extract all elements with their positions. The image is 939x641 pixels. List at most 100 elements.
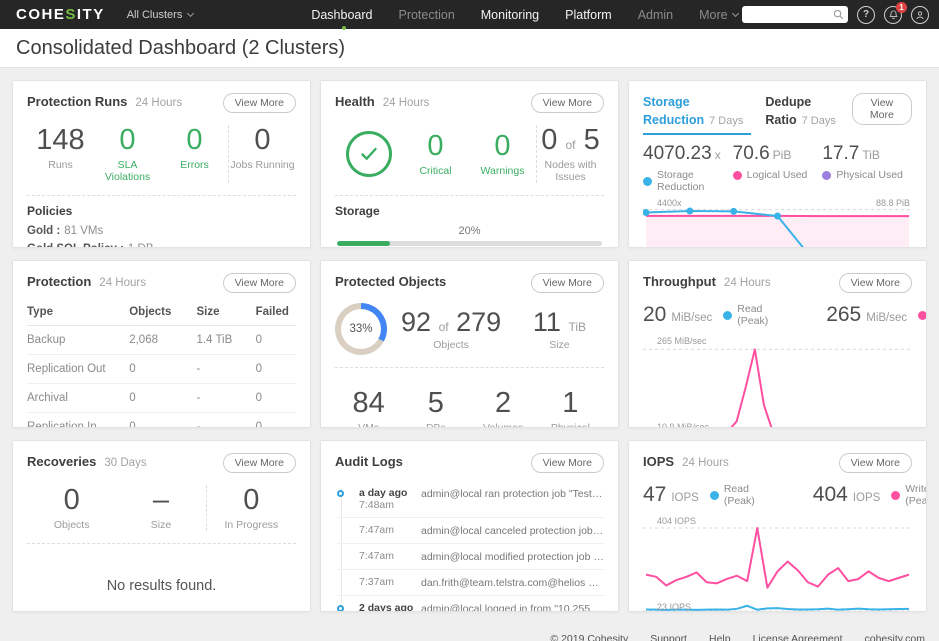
stat-size: – Size: [150, 484, 172, 531]
dashboard-grid: Protection Runs 24 Hours View More 148 Run…: [0, 68, 939, 624]
policies-title: Policies: [27, 203, 73, 218]
stat-volumes: 2 Volumes: [482, 387, 524, 428]
stat-write-peak: 404IOPS Write (Peak): [812, 483, 927, 507]
health-status: [335, 130, 402, 177]
throughput-card: Throughput 24 Hours View More 20 MiB/sec R…: [628, 260, 927, 428]
card-title: IOPS: [643, 454, 675, 469]
iops-card: IOPS 24 Hours View More 47 IOPS Read (Peak…: [628, 440, 927, 612]
table-row: Replication In 0-0: [27, 421, 263, 428]
stat-objects: 92 of 279 Objects: [401, 307, 502, 351]
nav-item-platform[interactable]: Platform: [565, 8, 612, 22]
table-row: Archival 0-0: [27, 383, 296, 413]
column-header: Type: [27, 301, 130, 326]
tab-dedupe-ratio[interactable]: Dedupe Ratio 7 Days: [765, 93, 851, 135]
stat-logical-used: 70.6 PiB Logical Used: [732, 143, 808, 181]
nav-item-admin[interactable]: Admin: [638, 8, 673, 22]
cluster-selector[interactable]: All Clusters: [126, 8, 195, 21]
copyright-text: © 2019 Cohesity: [550, 632, 629, 641]
user-account-icon[interactable]: [911, 5, 929, 24]
view-more-button[interactable]: View More: [530, 453, 604, 473]
nav-item-dashboard[interactable]: Dashboard: [311, 7, 373, 30]
audit-logs-card: Audit Logs View More a day ago 7:48am adm…: [320, 440, 619, 612]
footer-link-help[interactable]: Help: [709, 633, 731, 641]
series-dot-blue: [643, 176, 652, 186]
stat-size: 11 TiB Size: [532, 307, 586, 351]
card-title: Recoveries: [27, 454, 97, 469]
view-more-button[interactable]: View More: [222, 273, 296, 293]
divider: [335, 194, 604, 196]
search-input[interactable]: [742, 7, 828, 22]
card-title: Protection: [27, 274, 92, 289]
health-card: Health 24 Hours View More 0 Critical 0 Warn…: [320, 80, 619, 248]
view-more-button[interactable]: View More: [851, 93, 912, 125]
column-header: Objects: [129, 301, 197, 326]
top-nav: COHESITY All Clusters Dashboard Protecti…: [0, 0, 939, 30]
stat-vms: 84 VMs: [352, 387, 385, 428]
series-dot-purple: [822, 170, 832, 180]
stat-physical-used: 17.7 TiB Physical Used: [822, 143, 903, 181]
stat-jobs-running: 0 Jobs Running: [228, 124, 296, 183]
empty-state-message: No results found.: [106, 577, 217, 594]
nav-item-protection[interactable]: Protection: [398, 8, 454, 22]
view-more-button[interactable]: View More: [838, 453, 912, 473]
view-more-button[interactable]: View More: [530, 273, 604, 293]
tab-period: 7 Days: [709, 115, 744, 127]
card-title: Throughput: [643, 274, 716, 289]
storage-usage-bar: [337, 240, 602, 246]
footer-link-cohesity[interactable]: cohesity.com: [865, 633, 926, 641]
policy-line: Gold SQL Policy :1 DB: [27, 243, 296, 247]
stat-objects: 0 Objects: [53, 484, 90, 531]
cohesity-logo[interactable]: COHESITY: [16, 6, 105, 23]
nav-item-more[interactable]: More: [699, 8, 739, 22]
logo-text: ITY: [76, 6, 105, 23]
stat-critical: 0 Critical: [419, 130, 452, 177]
footer-link-license[interactable]: License Agreement: [753, 633, 843, 641]
divider: [335, 367, 604, 368]
stat-in-progress: 0 In Progress: [205, 484, 296, 531]
nav-label: Protection: [398, 7, 455, 22]
throughput-chart: 265 MiB/sec 10.9 MiB/sec: [643, 335, 912, 428]
table-row: Backup 2,068 1.4 TiB 0: [27, 325, 296, 355]
protection-table: Type Objects Size Failed Backup 2,068 1.4 …: [27, 301, 296, 428]
notifications-bell-icon[interactable]: 1: [884, 1, 907, 24]
card-period: 24 Hours: [723, 277, 771, 289]
storage-usage-fill: [337, 240, 390, 246]
card-period: 24 Hours: [135, 97, 183, 109]
series-dot-pink: [732, 170, 742, 180]
help-icon[interactable]: ?: [857, 5, 875, 24]
storage-reduction-card: Storage Reduction 7 Days Dedupe Ratio 7 Da…: [628, 80, 927, 248]
axis-label: 10.9 MiB/sec: [657, 422, 710, 428]
series-dot-blue: [723, 310, 733, 320]
page-title: Consolidated Dashboard (2 Clusters): [16, 36, 346, 59]
logo-s: S: [65, 6, 77, 23]
view-more-button[interactable]: View More: [838, 273, 912, 293]
tab-storage-reduction[interactable]: Storage Reduction 7 Days: [643, 93, 752, 135]
cluster-selector-label: All Clusters: [126, 8, 183, 21]
stat-read-peak: 20 MiB/sec Read (Peak): [643, 303, 769, 327]
card-period: 30 Days: [104, 457, 147, 469]
series-dot-pink: [918, 310, 926, 320]
protected-objects-card: Protected Objects View More 33% 92 of 27…: [320, 260, 619, 428]
storage-usage: 20% 17.7 of 87.2 TiB: [335, 224, 604, 247]
footer-link-support[interactable]: Support: [650, 633, 687, 641]
view-more-button[interactable]: View More: [530, 93, 604, 113]
person-icon: [916, 10, 924, 19]
nav-utilities: ? 1: [742, 1, 929, 24]
nav-label: Dashboard: [311, 7, 373, 22]
stat-nodes-with-issues: 0 of 5 Nodes with Issues: [536, 124, 604, 183]
stat-storage-reduction: 4070.23 x Storage Reduction: [643, 143, 721, 193]
protected-percentage-donut: 33%: [335, 303, 387, 355]
card-tabs: Storage Reduction 7 Days Dedupe Ratio 7 Da…: [643, 93, 852, 135]
tab-label: Storage Reduction: [643, 95, 705, 127]
stat-write-peak: 265MiB/sec Write (Peak): [826, 303, 926, 327]
axis-label: 4400x: [657, 198, 682, 208]
view-more-button[interactable]: View More: [222, 93, 296, 113]
view-more-button[interactable]: View More: [222, 453, 296, 473]
nav-item-monitoring[interactable]: Monitoring: [481, 8, 539, 22]
column-header: Size: [196, 301, 256, 326]
timeline-dot-icon: [337, 490, 344, 497]
protection-card: Protection 24 Hours View More Type Object…: [12, 260, 311, 428]
timeline-dot-icon: [337, 605, 344, 611]
storage-percent: 20%: [458, 224, 481, 237]
storage-reduction-chart: 4400x 88.8 PiB 4000x 0 Bytes: [643, 197, 912, 247]
